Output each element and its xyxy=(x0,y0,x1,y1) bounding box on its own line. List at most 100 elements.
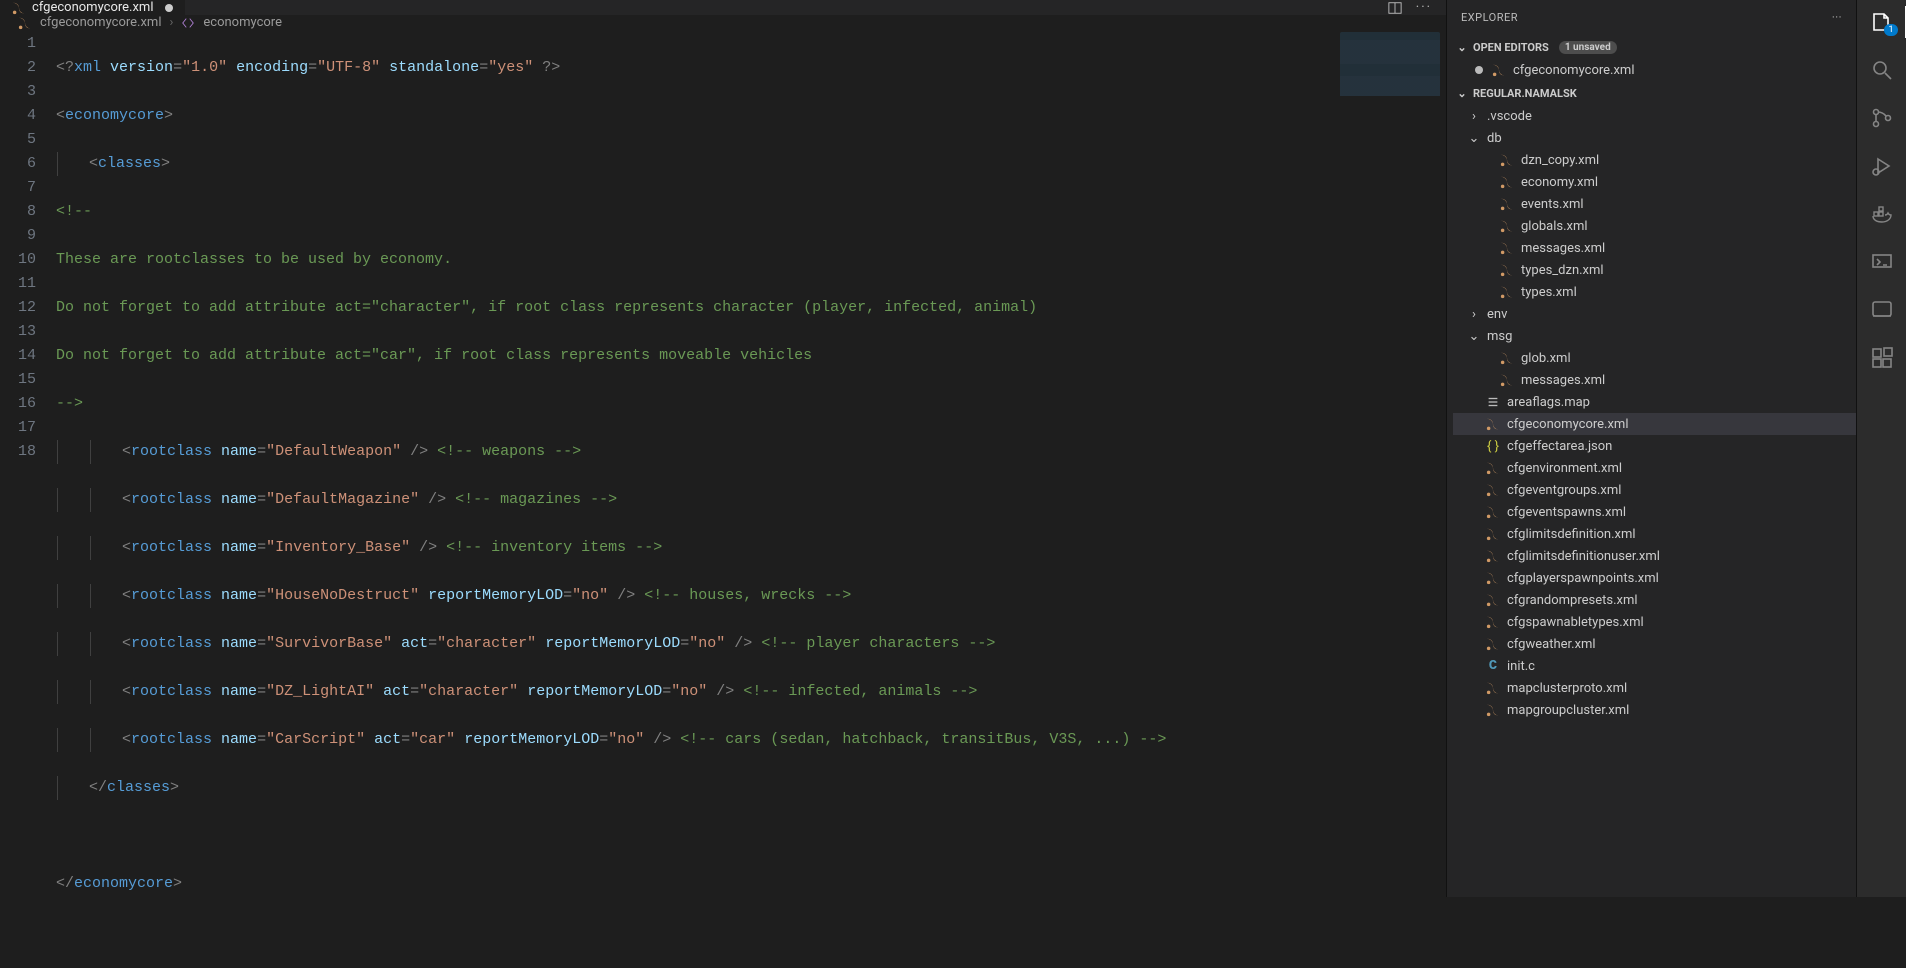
file-item[interactable]: globals.xml xyxy=(1453,215,1856,237)
split-editor-icon[interactable] xyxy=(1388,1,1402,15)
chevron-right-icon: › xyxy=(1467,307,1481,321)
file-item[interactable]: areaflags.map xyxy=(1453,391,1856,413)
map-file-icon xyxy=(1485,394,1501,410)
xml-file-icon xyxy=(1485,702,1501,718)
breadcrumb[interactable]: cfgeconomycore.xml › economycore xyxy=(0,15,1446,30)
file-item[interactable]: cfgeventspawns.xml xyxy=(1453,501,1856,523)
unsaved-badge: 1 unsaved xyxy=(1559,41,1617,54)
file-item[interactable]: cfglimitsdefinition.xml xyxy=(1453,523,1856,545)
code-content[interactable]: <?xml version="1.0" encoding="UTF-8" sta… xyxy=(56,30,1446,968)
run-debug-activity-icon[interactable] xyxy=(1870,154,1894,178)
xml-file-icon xyxy=(1499,196,1515,212)
xml-file-icon xyxy=(1485,570,1501,586)
xml-file-icon xyxy=(1499,350,1515,366)
docker-activity-icon[interactable] xyxy=(1870,202,1894,226)
explorer-more-icon[interactable]: ··· xyxy=(1832,11,1842,24)
file-item[interactable]: messages.xml xyxy=(1453,237,1856,259)
chevron-down-icon: ⌄ xyxy=(1467,329,1481,343)
xml-file-icon xyxy=(1499,218,1515,234)
json-file-icon: { } xyxy=(1485,438,1501,454)
editor-actions: ··· xyxy=(1388,0,1446,15)
folder-env[interactable]: ›env xyxy=(1453,303,1856,325)
activity-badge: 1 xyxy=(1884,24,1897,36)
xml-file-icon xyxy=(1499,372,1515,388)
file-item[interactable]: cfgplayerspawnpoints.xml xyxy=(1453,567,1856,589)
file-item[interactable]: cfgspawnabletypes.xml xyxy=(1453,611,1856,633)
testing-activity-icon[interactable] xyxy=(1870,298,1894,322)
file-item[interactable]: glob.xml xyxy=(1453,347,1856,369)
open-editor-item[interactable]: cfgeconomycore.xml xyxy=(1453,59,1856,81)
code-editor[interactable]: 123456789101112131415161718 <?xml versio… xyxy=(0,30,1446,968)
explorer-activity-icon[interactable]: 1 xyxy=(1870,10,1894,34)
xml-file-icon xyxy=(1485,614,1501,630)
explorer-header: EXPLORER ··· xyxy=(1447,0,1856,35)
xml-file-icon xyxy=(1485,592,1501,608)
xml-file-icon xyxy=(1485,504,1501,520)
unsaved-dot-icon xyxy=(1475,66,1483,74)
tab-label: cfgeconomycore.xml xyxy=(32,0,153,15)
file-item[interactable]: cfgweather.xml xyxy=(1453,633,1856,655)
xml-file-icon xyxy=(1485,636,1501,652)
folder-db[interactable]: ⌄db xyxy=(1453,127,1856,149)
xml-file-icon xyxy=(1485,416,1501,432)
chevron-down-icon: ⌄ xyxy=(1455,86,1469,100)
chevron-down-icon: ⌄ xyxy=(1455,40,1469,54)
remote-activity-icon[interactable] xyxy=(1870,250,1894,274)
file-item[interactable]: cfgeventgroups.xml xyxy=(1453,479,1856,501)
unsaved-dot-icon xyxy=(165,4,173,12)
workspace-name: REGULAR.NAMALSK xyxy=(1473,87,1577,100)
explorer-panel: EXPLORER ··· ⌄ OPEN EDITORS 1 unsaved cf… xyxy=(1446,0,1856,897)
activity-bar: 1 xyxy=(1856,0,1906,897)
tab-cfgeconomycore[interactable]: cfgeconomycore.xml xyxy=(0,0,186,15)
file-item[interactable]: mapgroupcluster.xml xyxy=(1453,699,1856,721)
xml-file-icon xyxy=(1485,526,1501,542)
xml-file-icon xyxy=(1491,62,1507,78)
file-item[interactable]: dzn_copy.xml xyxy=(1453,149,1856,171)
open-editor-name: cfgeconomycore.xml xyxy=(1513,63,1634,78)
breadcrumb-file[interactable]: cfgeconomycore.xml xyxy=(40,15,161,30)
open-editors-label: OPEN EDITORS xyxy=(1473,41,1549,54)
editor-column: cfgeconomycore.xml ··· cfgeconomycore.xm… xyxy=(0,0,1446,897)
breadcrumb-separator-icon: › xyxy=(169,15,173,30)
search-activity-icon[interactable] xyxy=(1870,58,1894,82)
folder-msg[interactable]: ⌄msg xyxy=(1453,325,1856,347)
xml-file-icon xyxy=(12,1,26,15)
extensions-activity-icon[interactable] xyxy=(1870,346,1894,370)
symbol-element-icon xyxy=(181,16,195,30)
tab-bar: cfgeconomycore.xml ··· xyxy=(0,0,1446,15)
file-item[interactable]: { }cfgeffectarea.json xyxy=(1453,435,1856,457)
xml-file-icon xyxy=(1499,174,1515,190)
open-editors-section[interactable]: ⌄ OPEN EDITORS 1 unsaved xyxy=(1453,35,1856,59)
xml-file-icon xyxy=(1485,482,1501,498)
xml-file-icon xyxy=(1485,548,1501,564)
workspace-section[interactable]: ⌄ REGULAR.NAMALSK xyxy=(1453,81,1856,105)
c-file-icon: C xyxy=(1485,658,1501,674)
xml-file-icon xyxy=(1485,460,1501,476)
xml-file-icon xyxy=(18,16,32,30)
more-actions-icon[interactable]: ··· xyxy=(1416,0,1432,15)
xml-file-icon xyxy=(1499,284,1515,300)
file-item[interactable]: types.xml xyxy=(1453,281,1856,303)
breadcrumb-symbol[interactable]: economycore xyxy=(203,15,282,30)
folder-.vscode[interactable]: ›.vscode xyxy=(1453,105,1856,127)
xml-file-icon xyxy=(1499,152,1515,168)
xml-file-icon xyxy=(1499,240,1515,256)
minimap[interactable] xyxy=(1340,32,1440,112)
file-item[interactable]: messages.xml xyxy=(1453,369,1856,391)
line-gutter: 123456789101112131415161718 xyxy=(0,30,56,968)
file-item[interactable]: events.xml xyxy=(1453,193,1856,215)
file-item[interactable]: cfglimitsdefinitionuser.xml xyxy=(1453,545,1856,567)
file-item[interactable]: types_dzn.xml xyxy=(1453,259,1856,281)
chevron-right-icon: › xyxy=(1467,109,1481,123)
explorer-title: EXPLORER xyxy=(1461,11,1518,24)
source-control-activity-icon[interactable] xyxy=(1870,106,1894,130)
file-item[interactable]: economy.xml xyxy=(1453,171,1856,193)
xml-file-icon xyxy=(1499,262,1515,278)
file-item[interactable]: Cinit.c xyxy=(1453,655,1856,677)
file-item[interactable]: cfgrandompresets.xml xyxy=(1453,589,1856,611)
file-item[interactable]: mapclusterproto.xml xyxy=(1453,677,1856,699)
chevron-down-icon: ⌄ xyxy=(1467,131,1481,145)
xml-file-icon xyxy=(1485,680,1501,696)
file-item[interactable]: cfgeconomycore.xml xyxy=(1453,413,1856,435)
file-item[interactable]: cfgenvironment.xml xyxy=(1453,457,1856,479)
